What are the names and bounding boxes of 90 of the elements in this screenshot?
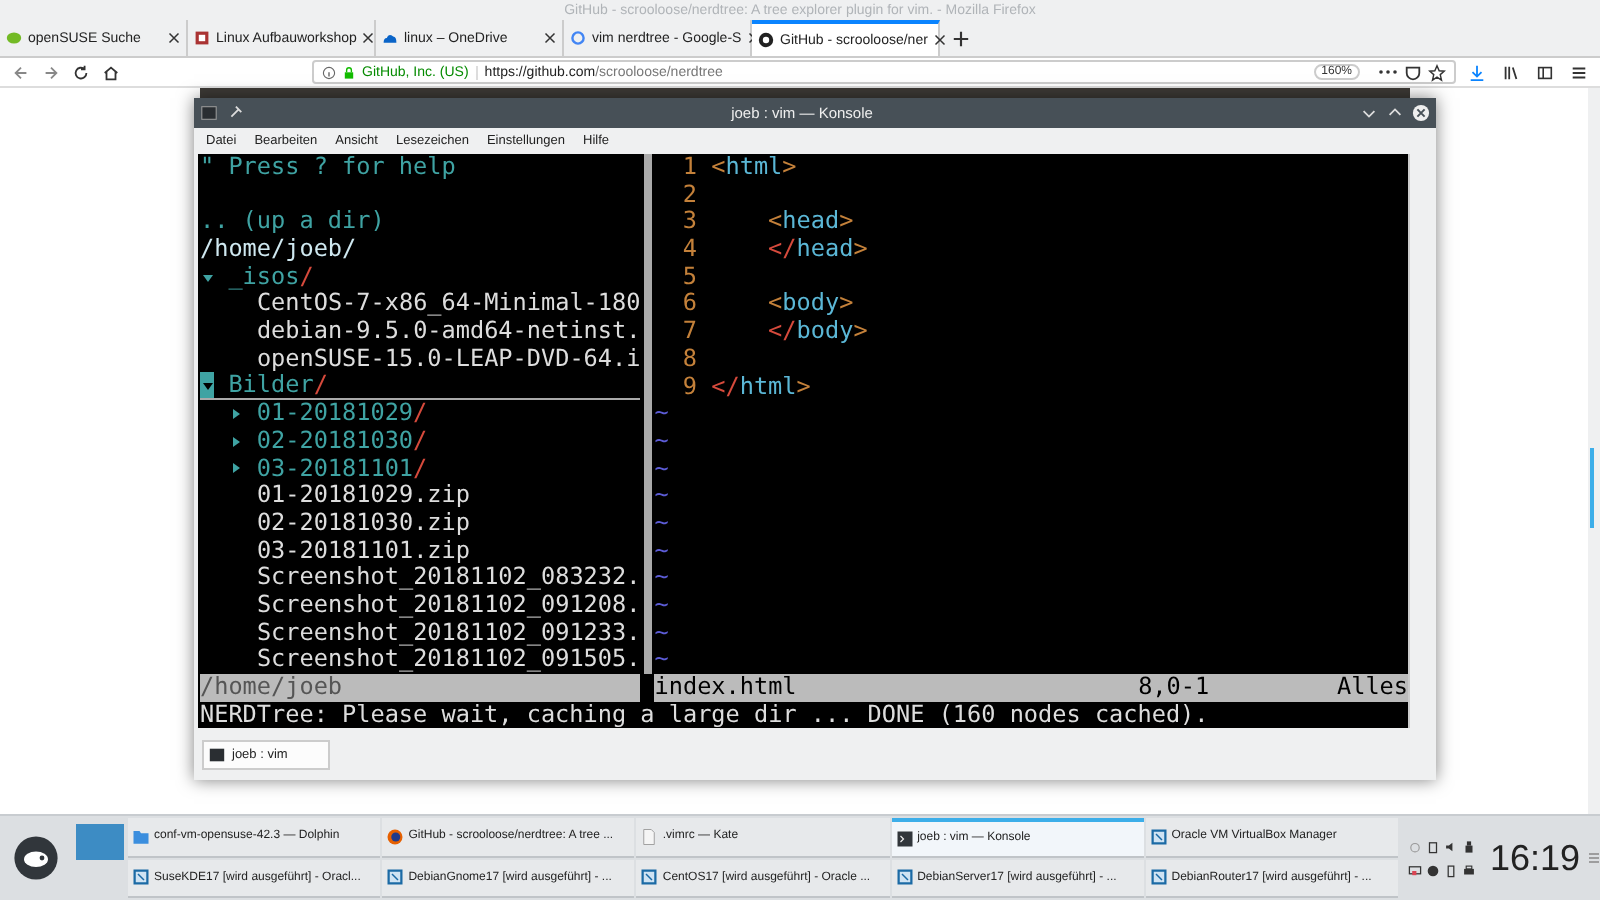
empty-line-marker: ~ [654,509,669,538]
code-line: </head> [766,236,868,264]
clipboard-icon[interactable] [1425,839,1440,853]
document-icon [640,827,659,846]
file-entry[interactable]: debian-9.5.0-amd64-netinst. [256,318,641,346]
empty-line-marker: ~ [654,646,669,675]
clock: 16:19 [1489,837,1580,879]
more-icon[interactable] [1378,68,1398,76]
file-entry[interactable]: Screenshot_20181102_091505. [256,646,641,675]
virtual-machine-icon [895,868,914,887]
line-number: 2 [680,181,698,209]
virtual-machine-icon [1149,827,1168,846]
firefox-icon [386,827,405,846]
pocket-icon[interactable] [1404,63,1422,81]
code-line: </html> [711,373,811,401]
terminal-icon [208,745,226,764]
line-number: 8 [680,345,698,374]
code-line: <head> [766,208,854,237]
empty-line-marker: ~ [654,482,669,510]
back-icon[interactable] [12,63,30,81]
folder-entry[interactable]: 03-20181101/ [256,455,428,483]
empty-line-marker: ~ [654,564,669,593]
page-icon [194,30,210,46]
folder-entry[interactable]: Bilder/ [228,372,328,400]
empty-line-marker: ~ [654,455,669,483]
empty-line-marker: ~ [654,537,669,565]
scrollbar[interactable] [1588,88,1600,814]
virtual-machine-icon [386,868,405,887]
line-number: 4 [680,236,698,264]
close-icon[interactable] [1412,104,1430,122]
forward-icon[interactable] [42,63,60,81]
line-number: 9 [680,373,698,401]
close-icon[interactable] [168,32,180,44]
reload-icon[interactable] [72,63,90,81]
folder-entry[interactable]: _isos/ [228,263,314,291]
close-icon[interactable] [544,32,556,44]
terminal-icon [895,829,914,848]
help-line: " Press ? for help [200,154,456,182]
folder-entry[interactable]: 01-20181029/ [256,400,428,428]
virtual-machine-icon [132,868,150,887]
update-icon[interactable] [1425,863,1440,877]
download-icon[interactable] [1468,63,1486,81]
sidebar-icon[interactable] [1536,63,1554,81]
file-entry[interactable]: 01-20181029.zip [256,482,470,510]
folder-entry[interactable]: 02-20181030/ [256,427,428,456]
speaker-icon[interactable] [1443,839,1458,853]
printer-icon[interactable] [1461,863,1476,877]
home-icon[interactable] [102,63,120,81]
close-icon[interactable] [362,32,375,44]
network-icon[interactable] [1407,863,1422,877]
line-number: 3 [680,208,698,237]
root-path: /home/joeb/ [200,236,357,264]
battery-icon[interactable] [1443,863,1458,877]
empty-line-marker: ~ [654,619,669,647]
message-line: NERDTree: Please wait, caching a large dir ... DONE (160 nodes cached). [200,701,1211,729]
file-entry[interactable]: CentOS-7-x86_64-Minimal-180 [256,290,641,319]
code-line: <html> [711,154,797,182]
code-line: </body> [766,318,868,346]
empty-line-marker: ~ [654,592,669,620]
line-number: 1 [680,154,698,182]
library-icon[interactable] [1502,63,1520,81]
file-entry[interactable]: Screenshot_20181102_091233. [256,619,641,647]
empty-line-marker: ~ [654,400,669,428]
line-number: 7 [680,318,698,346]
lock-icon [342,65,356,79]
info-icon [322,65,336,79]
cursor-position: 8,0-1 [1138,674,1212,702]
menu-icon[interactable] [1570,63,1588,81]
new-tab-icon[interactable] [952,29,970,47]
file-name: index.html [654,674,799,702]
file-entry[interactable]: Screenshot_20181102_083232. [256,564,641,593]
line-number: 6 [680,290,698,319]
file-entry[interactable]: openSUSE-15.0-LEAP-DVD-64.i [256,345,641,374]
code-line: <body> [766,290,854,319]
cloud-icon [382,30,398,46]
pin-icon[interactable] [226,104,244,122]
file-entry[interactable]: 02-20181030.zip [256,509,470,538]
close-icon[interactable] [933,34,946,46]
usb-icon[interactable] [1461,839,1476,853]
star-icon[interactable] [1428,63,1446,81]
virtual-machine-icon [1149,868,1168,887]
terminal-icon [200,104,218,122]
virtual-machine-icon [640,868,659,887]
file-entry[interactable]: Screenshot_20181102_091208. [256,592,641,620]
file-entry[interactable]: 03-20181101.zip [256,537,470,565]
line-number: 5 [680,263,698,291]
up-dir-entry[interactable]: .. (up a dir) [200,208,385,237]
scroll-position: Alles [1336,674,1408,702]
folder-icon [132,827,150,846]
empty-line-marker: ~ [654,427,669,456]
